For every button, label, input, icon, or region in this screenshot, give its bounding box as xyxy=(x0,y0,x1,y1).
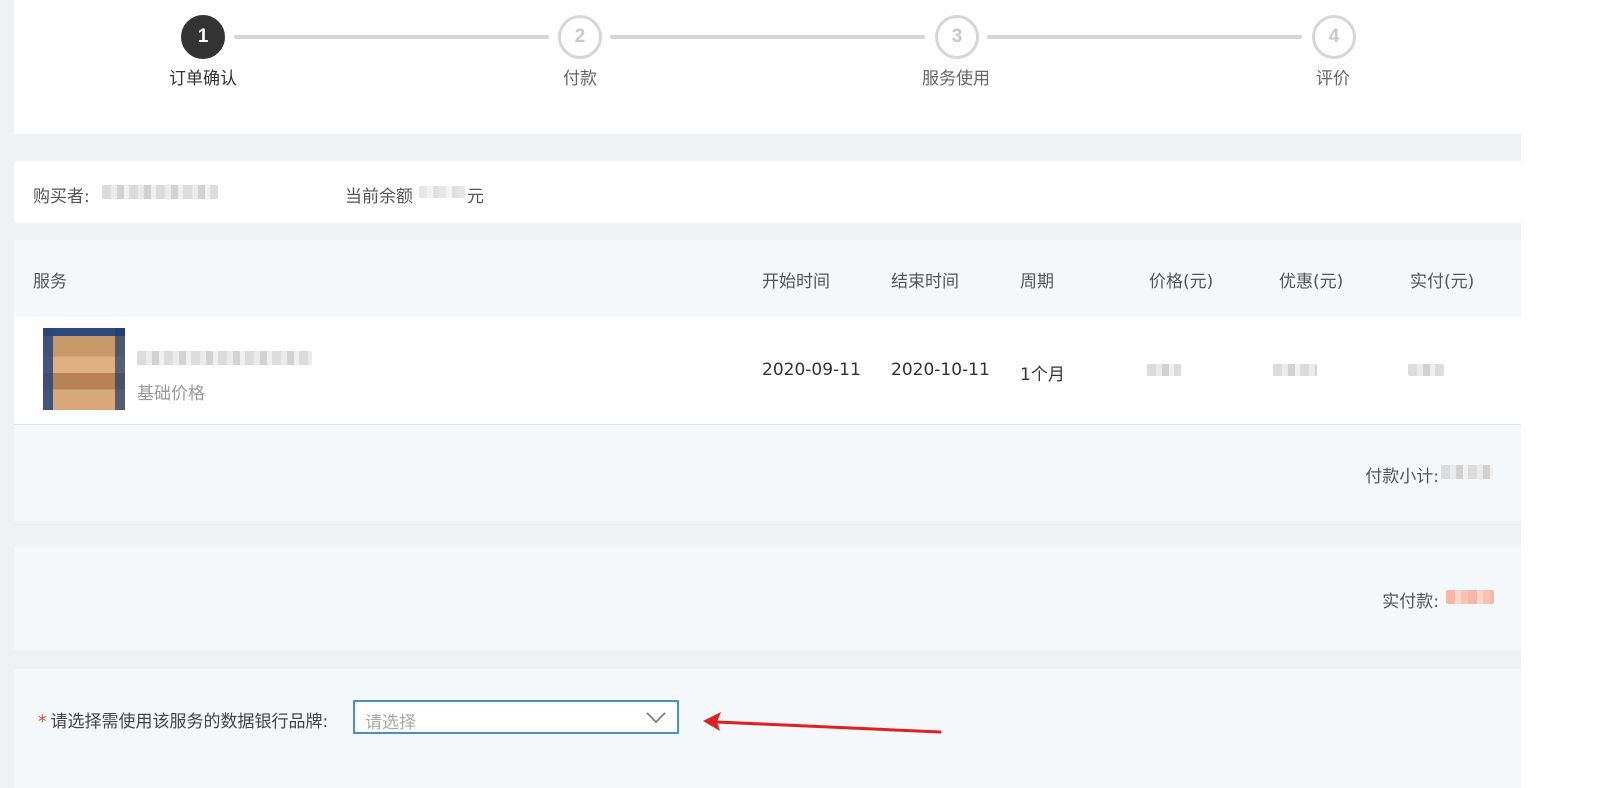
step-connector xyxy=(234,35,549,39)
header-start-time: 开始时间 xyxy=(762,272,830,292)
annotation-arrow-icon xyxy=(703,712,942,734)
order-table: 服务 开始时间 结束时间 周期 价格(元) 优惠(元) 实付(元) 基础价格 2… xyxy=(14,240,1521,521)
progress-steps: 1 2 3 4 订单确认 付款 服务使用 评价 xyxy=(14,0,1521,134)
price-redacted xyxy=(1147,364,1181,376)
header-paid: 实付(元) xyxy=(1410,272,1475,292)
buyer-label: 购买者: xyxy=(33,187,90,207)
step-connector xyxy=(610,35,925,39)
buyer-name-redacted xyxy=(102,185,218,199)
header-end-time: 结束时间 xyxy=(891,272,959,292)
service-name-redacted xyxy=(137,351,312,365)
paid-redacted xyxy=(1408,364,1444,376)
step-3-label: 服务使用 xyxy=(922,69,990,89)
start-time: 2020-09-11 xyxy=(762,360,861,380)
step-2-label: 付款 xyxy=(563,69,597,89)
step-connector xyxy=(987,35,1302,39)
brand-select-label: * 请选择需使用该服务的数据银行品牌: xyxy=(38,707,328,732)
actual-payment: 实付款: xyxy=(14,546,1521,650)
step-1-label: 订单确认 xyxy=(169,69,237,89)
balance-unit: 元 xyxy=(467,187,484,207)
subtotal-label: 付款小计: xyxy=(1365,467,1439,487)
period: 1个月 xyxy=(1020,365,1065,385)
required-mark: * xyxy=(38,712,47,732)
chevron-down-icon xyxy=(646,712,666,724)
step-1-circle: 1 xyxy=(181,15,225,59)
brand-select-label-text: 请选择需使用该服务的数据银行品牌: xyxy=(50,712,329,732)
step-2-circle: 2 xyxy=(558,15,602,59)
balance-value-redacted xyxy=(419,186,465,198)
actual-payment-value-redacted xyxy=(1446,590,1494,604)
discount-redacted xyxy=(1273,364,1317,376)
subtotal-value-redacted xyxy=(1441,465,1493,479)
service-subtitle: 基础价格 xyxy=(137,384,205,404)
step-3-circle: 3 xyxy=(935,15,979,59)
buyer-info: 购买者: 当前余额 元 xyxy=(14,161,1521,223)
service-thumbnail xyxy=(43,328,125,410)
step-4-label: 评价 xyxy=(1316,69,1350,89)
header-price: 价格(元) xyxy=(1149,272,1214,292)
header-service: 服务 xyxy=(33,272,67,292)
balance-label: 当前余额 xyxy=(345,187,413,207)
header-period: 周期 xyxy=(1020,272,1054,292)
step-4-circle: 4 xyxy=(1312,15,1356,59)
end-time: 2020-10-11 xyxy=(891,360,990,380)
table-row: 基础价格 2020-09-11 2020-10-11 1个月 xyxy=(14,317,1521,425)
brand-select-placeholder: 请选择 xyxy=(365,713,416,733)
right-panel xyxy=(1521,0,1608,788)
actual-payment-label: 实付款: xyxy=(1382,592,1439,612)
header-discount: 优惠(元) xyxy=(1279,272,1344,292)
brand-select-dropdown[interactable]: 请选择 xyxy=(353,700,679,734)
